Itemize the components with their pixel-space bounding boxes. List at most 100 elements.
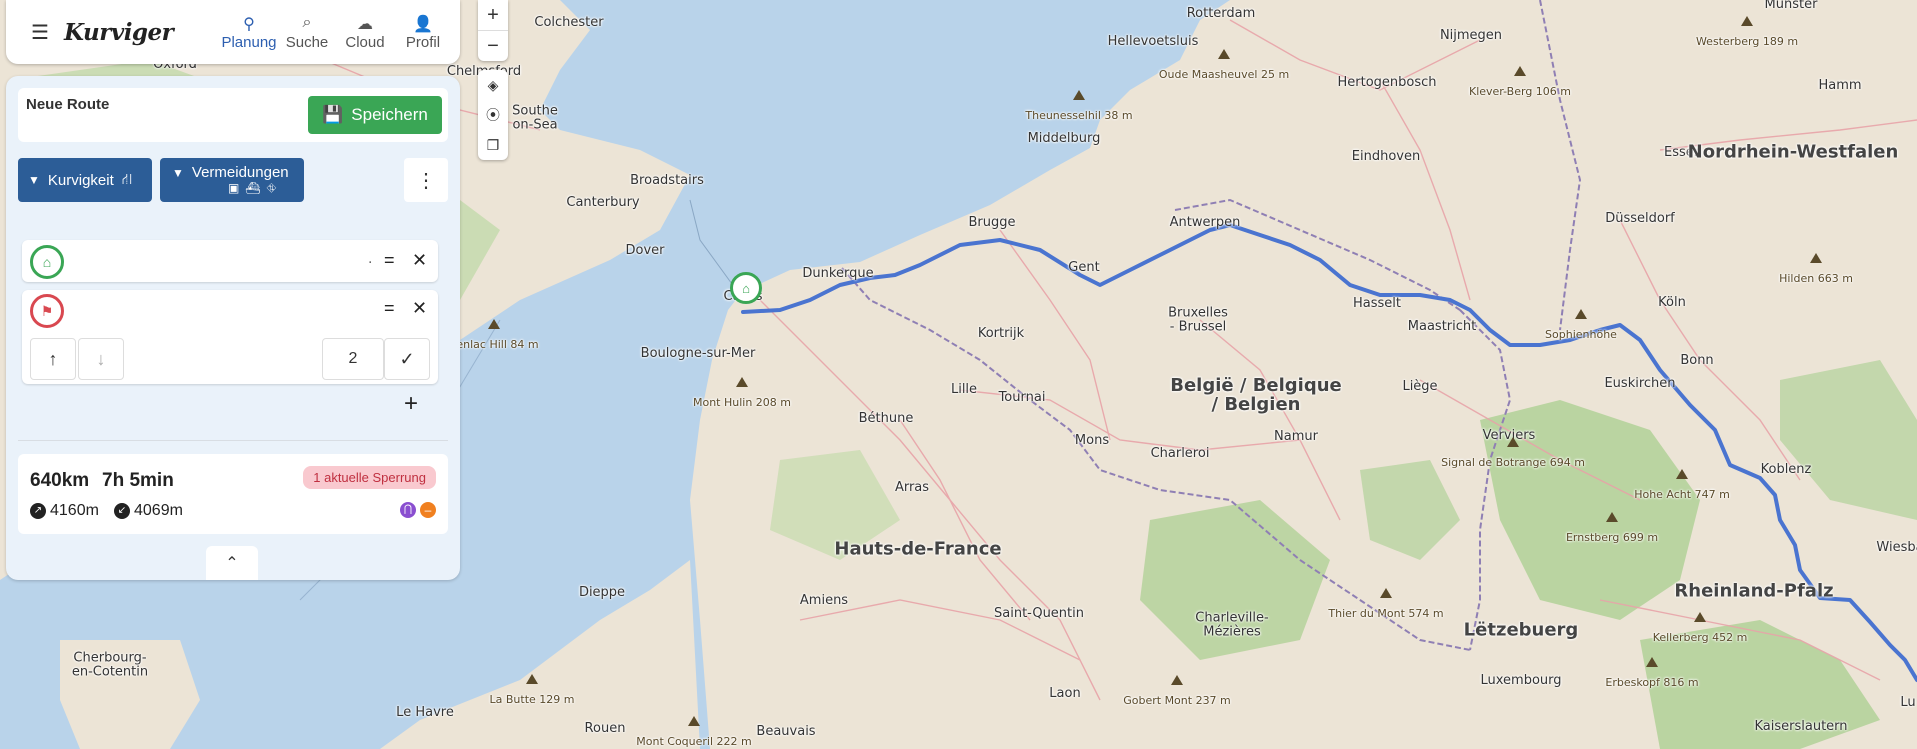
region-label: Nordrhein-Westfalen bbox=[1687, 141, 1899, 163]
caret-down-icon: ▼ bbox=[172, 165, 184, 180]
region-label: Hauts-de-France bbox=[834, 538, 1002, 560]
city-label: Rouen bbox=[584, 721, 626, 737]
city-label: Namur bbox=[1274, 429, 1318, 445]
tab-profil[interactable]: 👤 Profil bbox=[394, 14, 452, 51]
city-label: Le Havre bbox=[396, 705, 454, 721]
city-label: Charleville- Mézières bbox=[1195, 610, 1269, 639]
curviness-label: Kurvigkeit bbox=[47, 171, 114, 189]
confirm-button[interactable]: ✓ bbox=[384, 338, 430, 380]
peak-label: Senlac Hill 84 m bbox=[449, 338, 539, 352]
tab-planung[interactable]: ⚲ Planung bbox=[220, 14, 278, 51]
home-marker-icon[interactable]: ⌂ bbox=[30, 245, 64, 279]
remove-waypoint-icon[interactable]: ✕ bbox=[412, 250, 427, 271]
peak-label: Kellerberg 452 m bbox=[1652, 631, 1748, 645]
peak-label: Gobert Mont 237 m bbox=[1123, 694, 1231, 708]
caret-down-icon: ▼ bbox=[28, 173, 40, 187]
peak-label: Thier du Mont 574 m bbox=[1328, 607, 1444, 621]
toll-icon: ▣ bbox=[228, 181, 246, 195]
city-label: Hertogenbosch bbox=[1337, 75, 1437, 91]
move-up-button[interactable]: ↑ bbox=[30, 338, 76, 380]
peak-label: Ernstberg 699 m bbox=[1565, 531, 1659, 545]
location-pin-icon[interactable]: ⦿ bbox=[478, 100, 508, 130]
map-tools: ◈ ⦿ ❐ bbox=[478, 70, 508, 160]
tab-cloud[interactable]: ☁ Cloud bbox=[336, 14, 394, 51]
zoom-out-icon[interactable]: − bbox=[478, 31, 508, 61]
peak-icon bbox=[1606, 512, 1618, 522]
route-stats: 640km 7h 5min 1 aktuelle Sperrung ↗ 4160… bbox=[18, 454, 448, 534]
city-label: Münster bbox=[1764, 0, 1818, 13]
tab-suche[interactable]: ⌕ Suche bbox=[278, 14, 336, 51]
waypoint-number-input[interactable]: 2 bbox=[322, 338, 384, 380]
city-label: Euskirchen bbox=[1604, 376, 1676, 392]
finish-flag-icon[interactable]: ⚑ bbox=[30, 294, 64, 328]
city-label: Middelburg bbox=[1027, 131, 1101, 147]
city-label: Nijmegen bbox=[1439, 28, 1503, 44]
city-label: Broadstairs bbox=[630, 173, 704, 189]
app-header-panel: ☰ Kurviger ⚲ Planung ⌕ Suche ☁ Cloud 👤 P… bbox=[6, 0, 460, 64]
city-label: Canterbury bbox=[566, 195, 640, 211]
route-name[interactable]: Neue Route bbox=[26, 96, 109, 113]
collapse-panel-icon[interactable]: ⌃ bbox=[206, 546, 258, 580]
region-label: België / Belgique / Belgien bbox=[1170, 375, 1342, 415]
city-label: Dunkerque bbox=[802, 266, 874, 282]
waypoint-start-input[interactable]: . bbox=[368, 250, 372, 268]
more-options-icon[interactable]: ⋮ bbox=[404, 158, 448, 202]
city-label: Wiesba bbox=[1876, 540, 1917, 556]
city-label: Gent bbox=[1068, 260, 1100, 276]
city-label: Dover bbox=[625, 243, 665, 259]
avoid-icons: ▣⛴⛗ bbox=[228, 181, 282, 196]
region-label: Lëtzebuerg bbox=[1463, 619, 1579, 641]
region-label: Rheinland-Pfalz bbox=[1674, 580, 1834, 602]
city-label: Amiens bbox=[799, 593, 849, 609]
city-label: Koblenz bbox=[1760, 462, 1812, 478]
waypoint-destination-row: ⚑ = ✕ ↑ ↓ 2 ✓ bbox=[22, 290, 438, 384]
cloud-icon: ☁ bbox=[357, 15, 373, 33]
city-label: Bruxelles - Brussel bbox=[1168, 305, 1228, 334]
move-down-button[interactable]: ↓ bbox=[78, 338, 124, 380]
ferry-icon: ⛴ bbox=[245, 181, 267, 195]
save-icon: 💾 bbox=[322, 105, 344, 124]
arrow-down-icon: ↓ bbox=[96, 348, 106, 369]
drag-handle-icon[interactable]: = bbox=[384, 298, 395, 319]
route-distance: 640km bbox=[30, 470, 90, 491]
add-waypoint-icon[interactable]: + bbox=[404, 390, 418, 418]
save-button-label: Speichern bbox=[351, 105, 428, 124]
city-label: Dieppe bbox=[578, 585, 626, 601]
save-button[interactable]: 💾 Speichern bbox=[308, 96, 442, 134]
peak-label: Erbeskopf 816 m bbox=[1605, 676, 1699, 690]
drag-handle-icon[interactable]: = bbox=[384, 250, 395, 271]
layers-icon[interactable]: ◈ bbox=[478, 70, 508, 100]
ascent-icon: ↗ bbox=[30, 503, 46, 519]
arrow-up-icon: ↑ bbox=[48, 348, 58, 369]
peak-icon bbox=[1507, 437, 1519, 447]
closure-badge[interactable]: 1 aktuelle Sperrung bbox=[303, 466, 436, 489]
city-label: Antwerpen bbox=[1169, 215, 1241, 231]
city-label: Hellevoetsluis bbox=[1107, 34, 1199, 50]
tab-cloud-label: Cloud bbox=[345, 33, 385, 51]
zoom-in-icon[interactable]: + bbox=[478, 0, 508, 31]
avoidances-label: Vermeidungen bbox=[191, 164, 289, 181]
peak-label: Hilden 663 m bbox=[1779, 272, 1853, 286]
app-header: ☰ Kurviger ⚲ Planung ⌕ Suche ☁ Cloud 👤 P… bbox=[6, 0, 460, 64]
overlay-icon[interactable]: ❐ bbox=[478, 130, 508, 160]
closure-icon[interactable]: – bbox=[420, 502, 436, 518]
peak-label: Klever-Berg 106 m bbox=[1468, 85, 1572, 99]
city-label: Kortrijk bbox=[977, 326, 1025, 342]
pass-road-icon[interactable]: ⋂ bbox=[400, 502, 416, 518]
peak-icon bbox=[1514, 66, 1526, 76]
curviness-button[interactable]: ▼ Kurvigkeit ⛙ bbox=[18, 158, 152, 202]
city-label: Hamm bbox=[1818, 78, 1862, 94]
city-label: Lu bbox=[1900, 695, 1916, 711]
hamburger-menu-icon[interactable]: ☰ bbox=[20, 12, 60, 52]
peak-icon bbox=[1694, 612, 1706, 622]
avoidances-button[interactable]: ▼ Vermeidungen ▣⛴⛗ bbox=[160, 158, 304, 202]
peak-icon bbox=[1676, 469, 1688, 479]
route-name-box: Neue Route 💾 Speichern bbox=[18, 88, 448, 142]
remove-waypoint-icon[interactable]: ✕ bbox=[412, 298, 427, 319]
peak-icon bbox=[1171, 675, 1183, 685]
route-icon: ⚲ bbox=[243, 15, 255, 33]
start-home-marker-icon[interactable]: ⌂ bbox=[730, 272, 762, 304]
check-icon: ✓ bbox=[399, 348, 415, 369]
peak-icon bbox=[526, 674, 538, 684]
city-label: Arras bbox=[894, 480, 930, 496]
